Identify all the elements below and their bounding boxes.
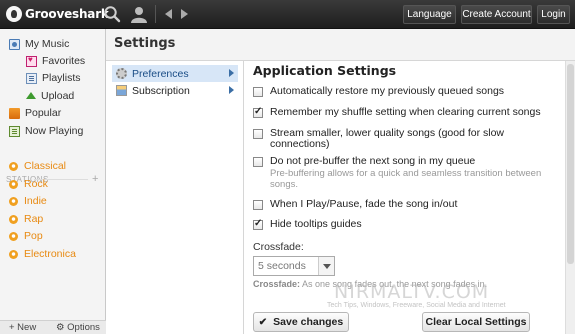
station-item[interactable]: Pop (9, 228, 43, 244)
page-title: Settings (114, 36, 176, 51)
gear-icon (116, 68, 127, 79)
watermark-tagline: Tech Tips, Windows, Freeware, Social Med… (327, 302, 506, 309)
new-button[interactable]: + New (9, 322, 36, 333)
station-item[interactable]: Indie (9, 193, 47, 209)
settings-nav: Preferences Subscription (106, 61, 244, 334)
setting-label: Stream smaller, lower quality songs (goo… (270, 127, 505, 150)
setting-restore-queue[interactable]: Automatically restore my previously queu… (253, 86, 543, 97)
add-station-button[interactable]: + (92, 173, 98, 185)
setting-label: When I Play/Pause, fade the song in/out (270, 198, 458, 210)
card-icon (116, 85, 127, 96)
watermark: NIRMALTV.COM (334, 281, 490, 303)
setting-hint: Pre-buffering allows for a quick and sea… (270, 168, 542, 190)
setting-stream-smaller[interactable]: Stream smaller, lower quality songs (goo… (253, 128, 543, 150)
setting-fade-play-pause[interactable]: When I Play/Pause, fade the song in/out (253, 199, 543, 210)
chevron-right-icon (229, 86, 234, 94)
save-changes-label: Save changes (273, 316, 344, 328)
checkbox[interactable] (253, 106, 263, 118)
settings-header: Settings (106, 29, 575, 61)
radio-station-icon (9, 249, 18, 259)
sidebar-item-upload[interactable]: Upload (26, 88, 74, 104)
forward-arrow-icon[interactable] (181, 9, 188, 19)
toolbar-divider (155, 5, 156, 23)
station-item[interactable]: Rock (9, 176, 48, 192)
back-arrow-icon[interactable] (165, 9, 172, 19)
sidebar-item-favorites[interactable]: Favorites (26, 53, 85, 69)
login-button[interactable]: Login (537, 5, 570, 24)
setting-label: Hide tooltips guides (270, 218, 362, 230)
radio-station-icon (9, 196, 18, 206)
setting-label-group: Do not pre-buffer the next song in my qu… (270, 155, 543, 191)
search-icon[interactable] (103, 5, 121, 23)
grooveshark-logo-icon (6, 6, 22, 22)
sidebar-item-popular[interactable]: Popular (9, 105, 61, 121)
music-library-icon (9, 38, 20, 50)
chevron-down-icon[interactable] (318, 257, 334, 275)
popular-icon (9, 107, 20, 119)
checkbox[interactable] (253, 87, 263, 97)
station-label: Indie (24, 195, 47, 207)
sidebar-item-label: Upload (41, 90, 75, 102)
language-button[interactable]: Language (403, 5, 456, 24)
checkbox[interactable] (253, 129, 263, 139)
clear-local-settings-button[interactable]: Clear Local Settings (422, 312, 530, 332)
options-button[interactable]: ⚙ Options (56, 322, 100, 333)
sidebar-item-my-music[interactable]: My Music (9, 36, 69, 52)
radio-station-icon (9, 231, 18, 241)
user-icon[interactable] (129, 5, 149, 23)
setting-no-prebuffer[interactable]: Do not pre-buffer the next song in my qu… (253, 156, 543, 190)
crossfade-select[interactable]: 5 seconds (253, 256, 335, 276)
settings-nav-preferences[interactable]: Preferences (112, 65, 238, 82)
sidebar-item-label: Favorites (42, 55, 86, 67)
sidebar: My Music Favorites Playlists Upload Popu… (0, 29, 106, 334)
playlist-icon (26, 72, 37, 84)
section-title: Application Settings (253, 63, 397, 78)
sidebar-item-label: My Music (25, 38, 70, 50)
settings-nav-subscription[interactable]: Subscription (112, 82, 238, 99)
setting-label: Do not pre-buffer the next song in my qu… (270, 155, 476, 167)
settings-nav-label: Subscription (132, 84, 190, 97)
radio-station-icon (9, 179, 18, 189)
checkmark-icon: ✔ (258, 316, 268, 328)
station-item[interactable]: Electronica (9, 246, 76, 262)
scrollbar-thumb[interactable] (567, 64, 574, 264)
station-label: Rap (24, 213, 44, 225)
station-item[interactable]: Classical (9, 158, 66, 174)
heart-icon (26, 55, 37, 67)
sidebar-item-label: Now Playing (25, 125, 84, 137)
station-label: Pop (24, 230, 43, 242)
station-item[interactable]: Rap (9, 211, 43, 227)
checkbox[interactable] (253, 157, 263, 167)
station-label: Classical (24, 160, 67, 172)
radio-station-icon (9, 214, 18, 224)
chevron-right-icon (229, 69, 234, 77)
scrollbar[interactable] (565, 61, 575, 334)
now-playing-icon (9, 125, 20, 137)
crossfade-value: 5 seconds (258, 260, 306, 272)
top-bar: Grooveshark Language Create Account Logi… (0, 0, 575, 29)
checkbox[interactable] (253, 200, 263, 210)
station-label: Rock (24, 178, 48, 190)
setting-label: Automatically restore my previously queu… (270, 85, 505, 97)
checkbox[interactable] (253, 218, 263, 230)
crossfade-desc-label: Crossfade: (253, 279, 301, 289)
sidebar-item-label: Popular (25, 107, 62, 119)
sidebar-item-playlists[interactable]: Playlists (26, 70, 81, 86)
sidebar-footer: + New ⚙ Options (0, 320, 106, 334)
setting-hide-tooltips[interactable]: Hide tooltips guides (253, 218, 543, 230)
upload-arrow-icon (26, 91, 36, 99)
setting-remember-shuffle[interactable]: Remember my shuffle setting when clearin… (253, 106, 543, 118)
sidebar-item-now-playing[interactable]: Now Playing (9, 123, 83, 139)
radio-station-icon (9, 161, 18, 171)
save-changes-button[interactable]: ✔ Save changes (253, 312, 349, 332)
crossfade-label: Crossfade: (253, 241, 304, 253)
logo-text: Grooveshark (25, 7, 109, 21)
sidebar-item-label: Playlists (42, 72, 81, 84)
create-account-button[interactable]: Create Account (461, 5, 532, 24)
logo[interactable]: Grooveshark (6, 6, 109, 22)
setting-label: Remember my shuffle setting when clearin… (270, 106, 541, 118)
settings-nav-label: Preferences (132, 67, 189, 80)
station-label: Electronica (24, 248, 76, 260)
